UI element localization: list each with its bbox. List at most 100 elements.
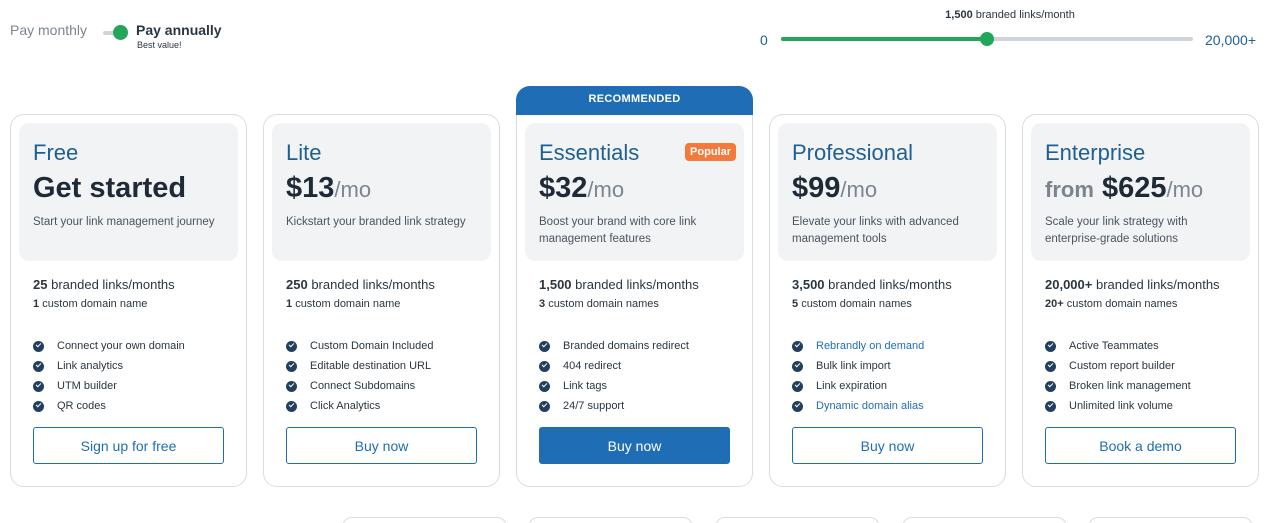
price-period: /mo bbox=[840, 177, 878, 202]
best-value-note: Best value! bbox=[137, 40, 182, 50]
check-icon bbox=[286, 340, 297, 352]
below-fold-card bbox=[1088, 517, 1253, 523]
check-icon bbox=[792, 340, 803, 352]
link-count: 20,000+ bbox=[1045, 277, 1093, 292]
feature-label: 24/7 support bbox=[563, 400, 625, 412]
feature-label: QR codes bbox=[57, 400, 106, 412]
plan-domain-quota: 1 custom domain name bbox=[33, 298, 147, 310]
feature-item: Custom Domain Included bbox=[286, 336, 434, 356]
slider-unit: branded links/month bbox=[975, 9, 1075, 21]
plan-name: Professional bbox=[792, 140, 914, 165]
feature-list: Branded domains redirect 404 redirect Li… bbox=[539, 336, 689, 416]
plan-card-lite: Lite $13/mo Kickstart your branded link … bbox=[263, 114, 500, 487]
plan-card-essentials: RECOMMENDED Essentials Popular $32/mo Bo… bbox=[516, 86, 753, 487]
plan-link-quota: 250 branded links/months bbox=[286, 277, 435, 292]
feature-label: Custom Domain Included bbox=[310, 340, 434, 352]
plan-domain-quota: 1 custom domain name bbox=[286, 298, 400, 310]
recommended-ribbon: RECOMMENDED bbox=[516, 86, 753, 115]
domain-unit: custom domain names bbox=[548, 298, 659, 310]
plan-description: Start your link management journey bbox=[33, 216, 215, 228]
plan-name: Essentials bbox=[539, 140, 640, 165]
check-icon bbox=[792, 360, 803, 372]
feature-label: 404 redirect bbox=[563, 360, 622, 372]
feature-label[interactable]: Dynamic domain alias bbox=[816, 400, 924, 412]
slider-value: 1,500 bbox=[945, 9, 973, 21]
pay-monthly-label[interactable]: Pay monthly bbox=[10, 22, 87, 38]
feature-label: Unlimited link volume bbox=[1069, 400, 1173, 412]
check-icon bbox=[1045, 400, 1056, 412]
plan-domain-quota: 20+ custom domain names bbox=[1045, 298, 1177, 310]
feature-label[interactable]: Rebrandly on demand bbox=[816, 340, 924, 352]
check-icon bbox=[33, 360, 44, 372]
feature-list: Rebrandly on demand Bulk link import Lin… bbox=[792, 336, 924, 416]
feature-list: Connect your own domain Link analytics U… bbox=[33, 336, 185, 416]
feature-item: Editable destination URL bbox=[286, 356, 434, 376]
link-unit: branded links/months bbox=[51, 277, 175, 292]
feature-item: Link analytics bbox=[33, 356, 185, 376]
plan-card-professional: Professional $99/mo Elevate your links w… bbox=[769, 114, 1006, 487]
price-period: /mo bbox=[334, 177, 372, 202]
feature-item: QR codes bbox=[33, 396, 185, 416]
feature-link-rebrandly-on-demand[interactable]: Rebrandly on demand bbox=[792, 336, 924, 356]
plan-link-quota: 3,500 branded links/months bbox=[792, 277, 952, 292]
check-icon bbox=[1045, 340, 1056, 352]
feature-label: Active Teammates bbox=[1069, 340, 1159, 352]
below-fold-card bbox=[715, 517, 880, 523]
sign-up-free-button[interactable]: Sign up for free bbox=[33, 427, 224, 464]
feature-item: Branded domains redirect bbox=[539, 336, 689, 356]
feature-item: Active Teammates bbox=[1045, 336, 1191, 356]
feature-item: Link tags bbox=[539, 376, 689, 396]
feature-label: Link tags bbox=[563, 380, 608, 392]
link-count: 3,500 bbox=[792, 277, 825, 292]
plan-link-quota: 1,500 branded links/months bbox=[539, 277, 699, 292]
link-count: 1,500 bbox=[539, 277, 572, 292]
feature-list: Custom Domain Included Editable destinat… bbox=[286, 336, 434, 416]
feature-item: Unlimited link volume bbox=[1045, 396, 1191, 416]
popular-badge: Popular bbox=[685, 143, 736, 161]
price-period: /mo bbox=[1166, 177, 1204, 202]
plan-description: Scale your link strategy with enterprise… bbox=[1045, 216, 1188, 245]
check-icon bbox=[33, 400, 44, 412]
price-amount: $99 bbox=[792, 172, 841, 204]
domain-count: 1 bbox=[286, 298, 293, 310]
plan-header: Essentials Popular $32/mo Boost your bra… bbox=[525, 123, 744, 261]
check-icon bbox=[33, 340, 44, 352]
switch-knob[interactable] bbox=[113, 25, 128, 40]
price-amount: Get started bbox=[33, 172, 187, 204]
plan-description: Kickstart your branded link strategy bbox=[286, 216, 466, 228]
price-period: /mo bbox=[587, 177, 625, 202]
buy-lite-button[interactable]: Buy now bbox=[286, 427, 477, 464]
plan-link-quota: 20,000+ branded links/months bbox=[1045, 277, 1220, 292]
plan-name: Lite bbox=[286, 140, 322, 165]
feature-item: Broken link management bbox=[1045, 376, 1191, 396]
plan-domain-quota: 5 custom domain names bbox=[792, 298, 912, 310]
feature-link-dynamic-domain-alias[interactable]: Dynamic domain alias bbox=[792, 396, 924, 416]
buy-essentials-button[interactable]: Buy now bbox=[539, 427, 730, 464]
link-unit: branded links/months bbox=[1095, 277, 1220, 292]
plan-header: Professional $99/mo Elevate your links w… bbox=[778, 123, 997, 261]
plan-header: Free Get started Start your link managem… bbox=[19, 123, 238, 261]
feature-item: Connect your own domain bbox=[33, 336, 185, 356]
check-icon bbox=[539, 340, 550, 352]
feature-label: Connect Subdomains bbox=[310, 380, 416, 392]
pay-annually-label[interactable]: Pay annually bbox=[136, 22, 222, 38]
feature-item: Connect Subdomains bbox=[286, 376, 434, 396]
plan-name: Free bbox=[33, 140, 79, 165]
feature-label: Link expiration bbox=[816, 380, 887, 392]
feature-item: Custom report builder bbox=[1045, 356, 1191, 376]
check-icon bbox=[539, 360, 550, 372]
feature-label: Broken link management bbox=[1069, 380, 1191, 392]
plan-price: Get started bbox=[33, 172, 186, 205]
link-unit: branded links/months bbox=[311, 277, 435, 292]
below-fold-card bbox=[342, 517, 507, 523]
plan-link-quota: 25 branded links/months bbox=[33, 277, 175, 292]
book-demo-button[interactable]: Book a demo bbox=[1045, 427, 1236, 464]
price-prefix: from bbox=[1045, 177, 1094, 202]
feature-item: 24/7 support bbox=[539, 396, 689, 416]
plan-domain-quota: 3 custom domain names bbox=[539, 298, 659, 310]
buy-professional-button[interactable]: Buy now bbox=[792, 427, 983, 464]
check-icon bbox=[1045, 380, 1056, 392]
slider-thumb[interactable] bbox=[980, 32, 994, 46]
billing-period-switch[interactable] bbox=[103, 25, 129, 41]
link-unit: branded links/months bbox=[575, 277, 699, 292]
